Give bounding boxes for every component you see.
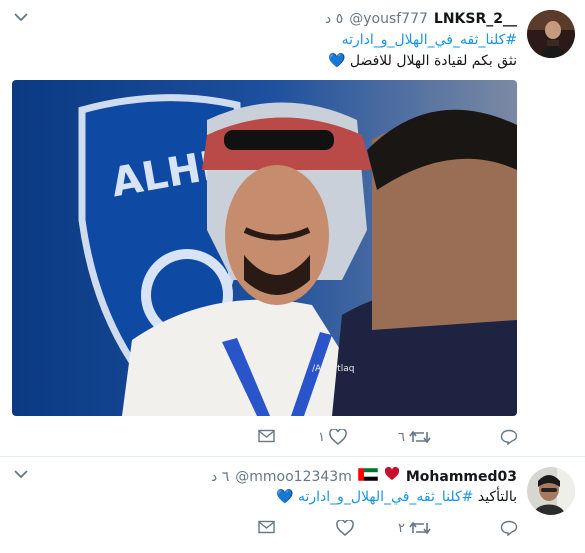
reply-button[interactable] [496,429,518,445]
tweet-actions: ١ ٦ [0,429,585,449]
photo-watermark: /AlMutlaq [312,364,354,374]
display-name[interactable]: LNKSR_2__ [434,10,517,28]
like-button[interactable] [332,520,354,536]
caret-down-icon[interactable] [14,12,28,25]
tweet-hashtag[interactable]: #كلنا_ثقه_في_الهلال_و_ادارته [342,31,517,50]
blue-heart-emoji: 💙 [276,489,294,505]
tweet-2[interactable]: Mohammed03 @mmoo12343m ٦ د بالتأكيد #كلن… [0,457,585,553]
message-icon[interactable] [258,429,275,443]
avatar[interactable] [527,10,575,58]
uae-flag-icon [357,467,379,486]
reply-button[interactable] [496,520,518,536]
user-handle[interactable]: @yousf777 [349,10,428,28]
blue-heart-emoji: 💙 [327,53,346,69]
tweet-header: LNKSR_2__ @yousf777 ٥ د [325,10,517,28]
tweet-time[interactable]: ٦ د [211,468,229,486]
retweet-icon [409,430,431,444]
red-heart-icon [384,466,400,486]
tweet-hashtag[interactable]: #كلنا_ثقه_في_الهلال_و_ادارته [298,489,473,505]
like-count: ١ [318,429,325,445]
retweet-button[interactable]: ٢ [398,520,431,536]
display-name[interactable]: Mohammed03 [406,468,517,486]
retweet-icon [409,521,431,535]
tweet-photo[interactable]: ALHILAL /AlMutlaq [12,80,517,416]
reply-icon [500,520,518,536]
tweet-text-body: نثق بكم لقيادة الهلال للافضل [349,53,517,69]
like-button[interactable]: ١ [318,429,347,445]
like-icon [336,520,354,536]
retweet-count: ٢ [398,520,405,536]
retweet-count: ٦ [398,429,405,445]
avatar[interactable] [527,467,575,515]
caret-down-icon[interactable] [14,469,28,482]
message-icon[interactable] [258,520,275,534]
tweet-actions: ٢ [0,520,585,540]
tweet-text: بالتأكيد #كلنا_ثقه_في_الهلال_و_ادارته 💙 [276,488,517,507]
tweet-1[interactable]: LNKSR_2__ @yousf777 ٥ د #كلنا_ثقه_في_اله… [0,0,585,456]
tweet-header: Mohammed03 @mmoo12343m ٦ د [211,466,517,486]
retweet-button[interactable]: ٦ [398,429,431,445]
user-handle[interactable]: @mmoo12343m [235,468,352,486]
tweet-text: نثق بكم لقيادة الهلال للافضل 💙 [328,52,517,71]
like-icon [329,429,347,445]
tweet-text-prefix: بالتأكيد [477,489,517,505]
reply-icon [500,429,518,445]
tweet-time[interactable]: ٥ د [325,10,343,28]
